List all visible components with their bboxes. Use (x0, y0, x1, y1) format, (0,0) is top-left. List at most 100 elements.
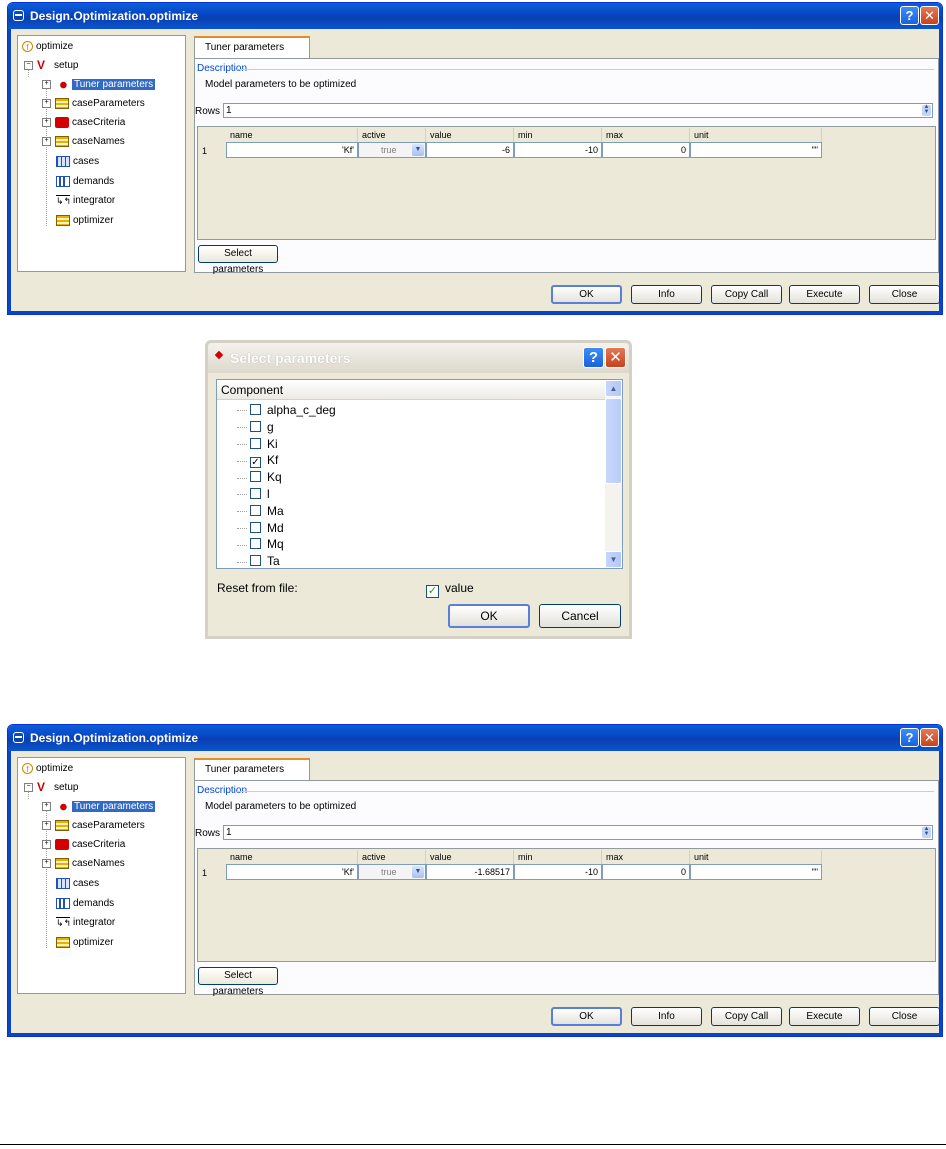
expand-icon[interactable]: + (42, 839, 51, 849)
expand-icon[interactable]: + (42, 820, 51, 830)
close-window-button[interactable]: ✕ (920, 6, 939, 25)
tree-item-cases[interactable]: cases (56, 876, 99, 892)
column-header-value[interactable]: value (426, 128, 514, 142)
tree-item-casenames[interactable]: + caseNames (42, 134, 125, 150)
tree-item-casenames[interactable]: + caseNames (42, 856, 125, 872)
dropdown-icon[interactable]: ▼ (412, 866, 424, 878)
column-header-name[interactable]: name (226, 850, 358, 864)
window-titlebar[interactable]: Design.Optimization.optimize ? ✕ (8, 725, 942, 751)
tree-item-optimize[interactable]: f optimize (22, 761, 73, 777)
rows-spinner[interactable]: ▲ ▼ (922, 104, 931, 116)
column-header-active[interactable]: active (358, 128, 426, 142)
close-button[interactable]: Close (869, 285, 940, 304)
tree-item-setup[interactable]: − Vsetup (24, 780, 78, 796)
column-header-value[interactable]: value (426, 850, 514, 864)
copy-call-button[interactable]: Copy Call (711, 285, 782, 304)
tree-item-optimizer[interactable]: optimizer (56, 935, 114, 951)
cell-min[interactable]: -10 (514, 864, 602, 880)
cell-active[interactable]: true ▼ (358, 142, 426, 158)
column-header-unit[interactable]: unit (690, 850, 822, 864)
checkbox-icon[interactable] (250, 437, 261, 449)
expand-icon[interactable]: + (42, 117, 51, 127)
collapse-icon[interactable]: − (24, 782, 33, 792)
cell-max[interactable]: 0 (602, 142, 690, 158)
cell-name[interactable]: 'Kf' (226, 142, 358, 158)
tree-item-setup[interactable]: − Vsetup (24, 58, 78, 74)
expand-icon[interactable]: + (42, 79, 51, 89)
column-header-max[interactable]: max (602, 128, 690, 142)
checkbox-icon[interactable] (250, 404, 261, 415)
execute-button[interactable]: Execute (789, 285, 860, 304)
checkbox-icon[interactable] (250, 420, 261, 432)
cell-unit[interactable]: "" (690, 864, 822, 880)
tree-item-casecriteria[interactable]: + caseCriteria (42, 837, 125, 853)
expand-icon[interactable]: + (42, 136, 51, 146)
tree-item-caseparameters[interactable]: + caseParameters (42, 96, 145, 112)
info-button[interactable]: Info (631, 1007, 702, 1026)
component-item-md[interactable]: Md (237, 520, 284, 537)
tree-item-demands[interactable]: demands (56, 174, 114, 190)
rows-input[interactable]: 1 ▲ ▼ (223, 825, 933, 840)
window-titlebar[interactable]: Design.Optimization.optimize ? ✕ (8, 3, 942, 29)
tree-item-tuner-parameters[interactable]: + Tuner parameters (42, 77, 156, 93)
component-item-g[interactable]: g (237, 419, 274, 436)
help-button[interactable]: ? (900, 6, 919, 25)
dialog-help-button[interactable]: ? (583, 347, 604, 368)
component-item-alpha_c_deg[interactable]: alpha_c_deg (237, 402, 336, 419)
checkbox-icon[interactable] (250, 488, 261, 499)
tree-item-optimizer[interactable]: optimizer (56, 213, 114, 229)
tree-item-demands[interactable]: demands (56, 896, 114, 912)
tree-item-integrator[interactable]: ↳↰ integrator (56, 915, 115, 931)
dialog-close-button[interactable]: ✕ (605, 347, 626, 368)
cell-min[interactable]: -10 (514, 142, 602, 158)
checkbox-checked-icon[interactable]: ✓ (250, 457, 261, 469)
component-item-ta[interactable]: Ta (237, 553, 280, 568)
component-item-mq[interactable]: Mq (237, 536, 284, 553)
ok-button[interactable]: OK (551, 285, 622, 304)
column-header-unit[interactable]: unit (690, 128, 822, 142)
component-item-kq[interactable]: Kq (237, 469, 282, 486)
column-header-name[interactable]: name (226, 128, 358, 142)
column-header-max[interactable]: max (602, 850, 690, 864)
cell-value[interactable]: -1.68517 (426, 864, 514, 880)
cell-unit[interactable]: "" (690, 142, 822, 158)
dropdown-icon[interactable]: ▼ (412, 144, 424, 156)
tree-item-integrator[interactable]: ↳↰ integrator (56, 193, 115, 209)
copy-call-button[interactable]: Copy Call (711, 1007, 782, 1026)
tree-item-tuner-parameters[interactable]: + Tuner parameters (42, 799, 156, 815)
tree-item-casecriteria[interactable]: + caseCriteria (42, 115, 125, 131)
dialog-titlebar[interactable]: Select parameters ? ✕ (208, 343, 629, 373)
info-button[interactable]: Info (631, 285, 702, 304)
cell-max[interactable]: 0 (602, 864, 690, 880)
ok-button[interactable]: OK (551, 1007, 622, 1026)
rows-spinner[interactable]: ▲ ▼ (922, 826, 931, 838)
rows-input[interactable]: 1 ▲ ▼ (223, 103, 933, 118)
select-parameters-button[interactable]: Select parameters (198, 967, 278, 997)
select-parameters-button[interactable]: Select parameters (198, 245, 278, 275)
component-item-ki[interactable]: Ki (237, 436, 278, 453)
checkbox-icon[interactable] (250, 538, 261, 550)
dialog-cancel-button[interactable]: Cancel (539, 604, 621, 628)
cell-value[interactable]: -6 (426, 142, 514, 158)
collapse-icon[interactable]: − (24, 60, 33, 70)
tab-tuner-parameters[interactable]: Tuner parameters (194, 36, 310, 58)
dialog-ok-button[interactable]: OK (448, 604, 530, 628)
component-item-ma[interactable]: Ma (237, 503, 284, 520)
column-header-active[interactable]: active (358, 850, 426, 864)
vertical-scrollbar[interactable]: ▲ ▼ (605, 380, 622, 568)
expand-icon[interactable]: + (42, 801, 51, 811)
expand-icon[interactable]: + (42, 858, 51, 868)
close-window-button[interactable]: ✕ (920, 728, 939, 747)
expand-icon[interactable]: + (42, 98, 51, 108)
cell-active[interactable]: true ▼ (358, 864, 426, 880)
checkbox-icon[interactable] (250, 521, 261, 533)
help-button[interactable]: ? (900, 728, 919, 747)
value-checkbox[interactable]: ✓ value (426, 581, 474, 598)
column-header-min[interactable]: min (514, 850, 602, 864)
column-header-min[interactable]: min (514, 128, 602, 142)
checkbox-icon[interactable] (250, 471, 261, 483)
close-button[interactable]: Close (869, 1007, 940, 1026)
execute-button[interactable]: Execute (789, 1007, 860, 1026)
scroll-thumb[interactable] (605, 398, 622, 484)
scroll-up-icon[interactable]: ▲ (605, 380, 622, 397)
